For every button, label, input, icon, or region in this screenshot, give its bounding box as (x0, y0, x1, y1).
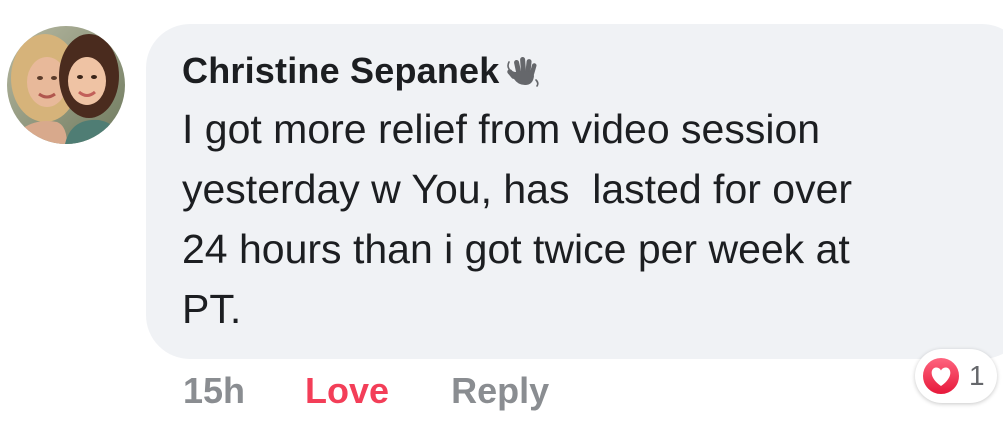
comment-actions: 15h Love Reply (183, 366, 549, 416)
reaction-count: 1 (969, 360, 985, 391)
comment-header: Christine Sepanek (182, 46, 540, 96)
timestamp[interactable]: 15h (183, 370, 245, 412)
reaction-summary[interactable]: 1 (915, 349, 997, 403)
avatar[interactable] (7, 26, 125, 144)
reply-button[interactable]: Reply (451, 370, 549, 412)
author-name[interactable]: Christine Sepanek (182, 50, 500, 92)
love-reaction-icon (915, 356, 961, 396)
love-button[interactable]: Love (305, 370, 389, 412)
comment-text: I got more relief from video session yes… (182, 106, 853, 332)
profile-photo (7, 26, 125, 144)
waving-hand-icon (506, 54, 540, 88)
